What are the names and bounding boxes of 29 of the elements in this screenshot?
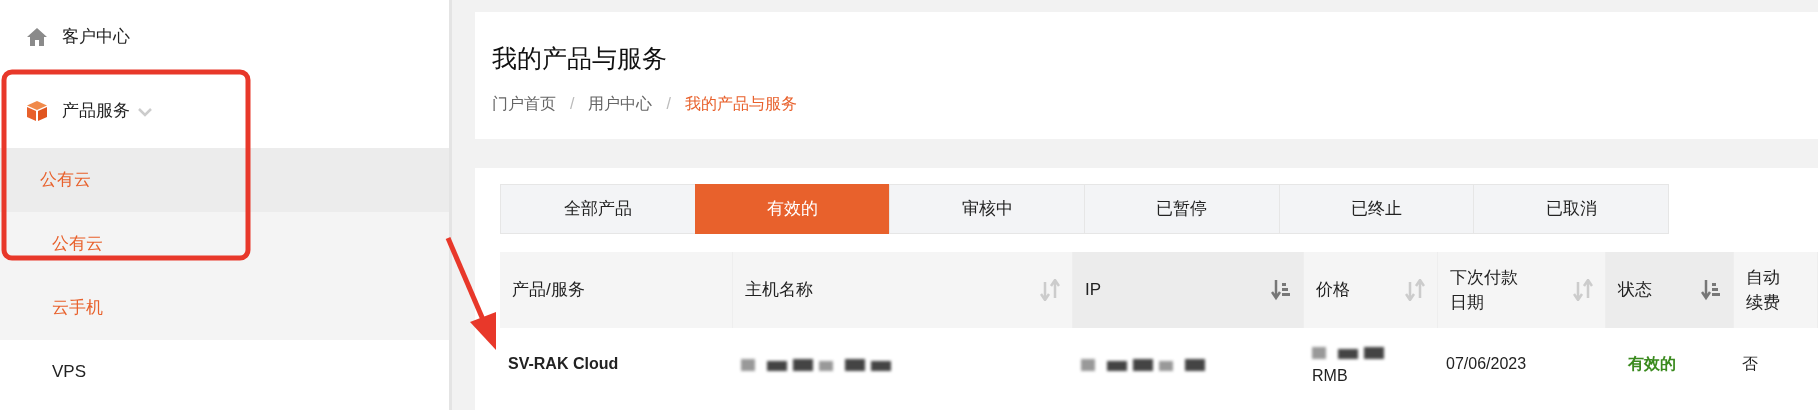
- column-header[interactable]: 下次付款日期: [1438, 252, 1606, 328]
- tab[interactable]: 已取消: [1473, 184, 1670, 234]
- column-header[interactable]: IP: [1073, 252, 1304, 328]
- page-title: 我的产品与服务: [492, 43, 668, 74]
- table-cell-text: RMB: [1312, 366, 1348, 386]
- tab[interactable]: 已暂停: [1084, 184, 1280, 234]
- status-text: 有效的: [1628, 354, 1676, 374]
- column-header: 产品/服务: [500, 252, 733, 328]
- cube-icon: [26, 100, 48, 122]
- table-cell-text: 否: [1742, 354, 1758, 374]
- breadcrumb-separator: /: [570, 93, 575, 114]
- sort-icon[interactable]: [1701, 279, 1721, 301]
- column-header[interactable]: 主机名称: [733, 252, 1073, 328]
- table-cell-text: SV-RAK Cloud: [508, 354, 619, 374]
- column-header: 自动续费: [1734, 252, 1818, 328]
- sidebar-item[interactable]: VPS: [52, 359, 87, 385]
- tab[interactable]: 审核中: [889, 184, 1085, 234]
- tab[interactable]: 已终止: [1278, 184, 1475, 234]
- sidebar-item[interactable]: 客户中心: [62, 24, 130, 50]
- column-header[interactable]: 状态: [1606, 252, 1734, 328]
- tab[interactable]: 全部产品: [500, 184, 696, 234]
- sort-icon[interactable]: [1271, 279, 1291, 301]
- home-icon: [26, 26, 48, 48]
- sidebar-item[interactable]: 产品服务: [62, 98, 130, 124]
- table-cell-text: 07/06/2023: [1446, 354, 1527, 374]
- breadcrumb-separator: /: [666, 93, 671, 114]
- breadcrumb-link[interactable]: 用户中心: [588, 91, 653, 116]
- breadcrumb-link[interactable]: 门户首页: [492, 91, 556, 116]
- column-header[interactable]: 价格: [1304, 252, 1438, 328]
